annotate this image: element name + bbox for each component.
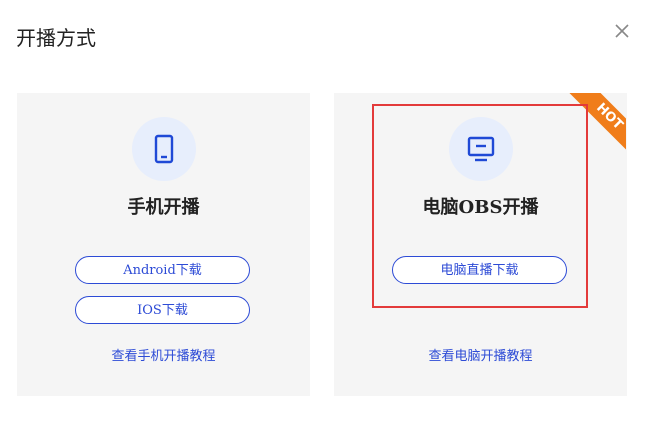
pc-tutorial-link[interactable]: 查看电脑开播教程: [334, 345, 627, 364]
pc-streaming-title: 电脑OBS开播: [422, 197, 539, 218]
close-icon[interactable]: [611, 20, 633, 42]
android-download-button[interactable]: Android下载: [75, 256, 250, 284]
monitor-icon: [448, 117, 513, 181]
hot-badge: HOT: [562, 93, 626, 157]
ios-download-button[interactable]: IOS下载: [75, 296, 250, 324]
mobile-streaming-title: 手机开播: [127, 197, 200, 218]
mobile-streaming-card: 手机开播 Android下载 IOS下载 查看手机开播教程: [17, 93, 310, 396]
hot-badge-label: HOT: [562, 93, 626, 157]
dialog-title: 开播方式: [16, 26, 96, 50]
mobile-tutorial-link[interactable]: 查看手机开播教程: [17, 345, 310, 364]
phone-icon: [131, 117, 196, 181]
pc-live-download-button[interactable]: 电脑直播下载: [392, 256, 567, 284]
